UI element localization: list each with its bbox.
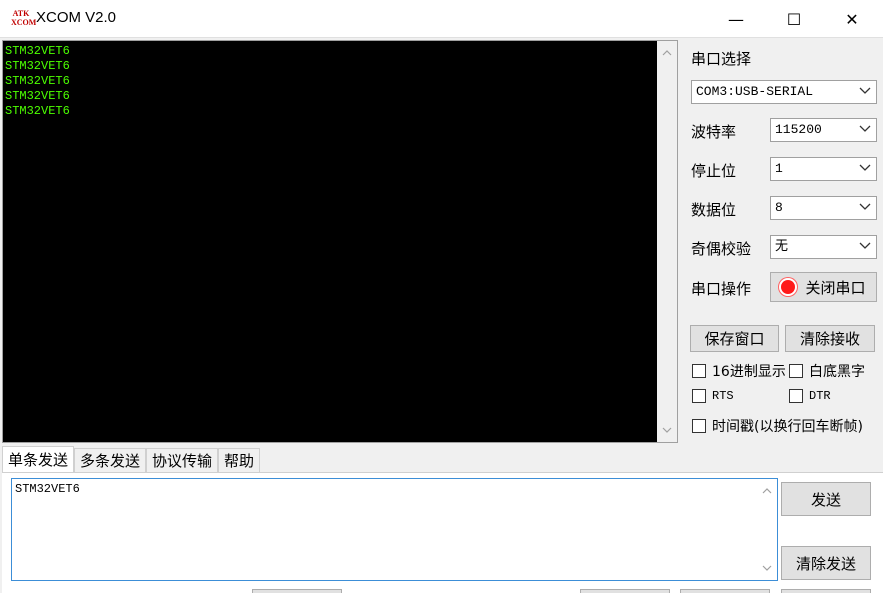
minimize-button[interactable]: —	[707, 0, 765, 38]
tab-protocol[interactable]: 协议传输	[146, 448, 219, 473]
rts-option[interactable]: RTS	[692, 389, 734, 403]
scroll-down-icon[interactable]	[657, 420, 677, 440]
window-title: XCOM V2.0	[36, 9, 117, 26]
chevron-down-icon	[859, 158, 871, 180]
hex-display-label: 16进制显示	[712, 364, 786, 380]
maximize-button[interactable]: ☐	[765, 0, 823, 38]
send-input[interactable]: STM32VET6	[11, 478, 778, 581]
bottom-button[interactable]	[781, 589, 871, 593]
dtr-label: DTR	[809, 389, 831, 403]
send-button[interactable]: 发送	[781, 482, 871, 516]
receive-text: STM32VET6 STM32VET6 STM32VET6 STM32VET6 …	[5, 44, 655, 119]
tab-help[interactable]: 帮助	[218, 448, 261, 473]
rts-checkbox[interactable]	[692, 389, 706, 403]
chevron-down-icon	[859, 119, 871, 141]
hex-display-checkbox[interactable]	[692, 364, 706, 378]
tab-single-send[interactable]: 单条发送	[2, 446, 75, 473]
white-black-checkbox[interactable]	[789, 364, 803, 378]
stop-bits-select[interactable]: 1	[770, 157, 877, 181]
stop-bits-label: 停止位	[691, 162, 737, 180]
console-line: STM32VET6	[5, 104, 70, 118]
white-black-label: 白底黑字	[809, 364, 865, 380]
port-select[interactable]: COM3:USB-SERIAL	[691, 80, 877, 104]
receive-console[interactable]: STM32VET6 STM32VET6 STM32VET6 STM32VET6 …	[2, 40, 678, 443]
dtr-option[interactable]: DTR	[789, 389, 831, 403]
title-bar: ATK XCOM XCOM V2.0 — ☐ ✕	[0, 0, 883, 38]
parity-label: 奇偶校验	[691, 240, 752, 258]
console-scrollbar[interactable]	[657, 41, 677, 442]
send-scrollbar[interactable]	[757, 479, 777, 580]
save-window-button[interactable]: 保存窗口	[690, 325, 779, 352]
port-select-label: 串口选择	[691, 50, 752, 68]
console-line: STM32VET6	[5, 89, 70, 103]
timestamp-checkbox[interactable]	[692, 419, 706, 433]
chevron-down-icon	[859, 236, 871, 258]
clear-receive-button[interactable]: 清除接收	[785, 325, 875, 352]
clear-send-button[interactable]: 清除发送	[781, 546, 871, 580]
bottom-button[interactable]	[680, 589, 770, 593]
stop-bits-value: 1	[775, 161, 783, 176]
parity-select[interactable]: 无	[770, 235, 877, 259]
timestamp-option[interactable]: 时间戳(以换行回车断帧)	[692, 416, 863, 436]
console-line: STM32VET6	[5, 44, 70, 58]
led-indicator-icon	[781, 280, 796, 294]
hex-display-option[interactable]: 16进制显示	[692, 361, 786, 381]
app-logo-icon: ATK XCOM	[11, 9, 37, 27]
close-port-button[interactable]: 关闭串口	[770, 272, 877, 302]
rts-label: RTS	[712, 389, 734, 403]
close-button[interactable]: ✕	[823, 0, 881, 38]
port-op-label: 串口操作	[691, 280, 752, 298]
send-tabs: 单条发送 多条发送 协议传输 帮助	[2, 446, 285, 473]
scroll-up-icon[interactable]	[757, 481, 777, 501]
dtr-checkbox[interactable]	[789, 389, 803, 403]
bottom-button[interactable]	[580, 589, 670, 593]
baud-label: 波特率	[691, 123, 737, 141]
close-port-label: 关闭串口	[805, 278, 866, 297]
parity-value: 无	[775, 239, 789, 254]
scroll-up-icon[interactable]	[657, 43, 677, 63]
scroll-down-icon[interactable]	[757, 558, 777, 578]
white-black-option[interactable]: 白底黑字	[789, 361, 865, 381]
timestamp-label: 时间戳(以换行回车断帧)	[712, 419, 863, 435]
tab-multi-send[interactable]: 多条发送	[74, 448, 147, 473]
chevron-down-icon	[859, 81, 871, 103]
baud-value: 115200	[775, 122, 822, 137]
data-bits-label: 数据位	[691, 201, 737, 219]
bottom-button[interactable]	[252, 589, 342, 593]
console-line: STM32VET6	[5, 74, 70, 88]
data-bits-value: 8	[775, 200, 783, 215]
data-bits-select[interactable]: 8	[770, 196, 877, 220]
chevron-down-icon	[859, 197, 871, 219]
console-line: STM32VET6	[5, 59, 70, 73]
port-select-value: COM3:USB-SERIAL	[696, 84, 814, 99]
baud-select[interactable]: 115200	[770, 118, 877, 142]
send-input-text: STM32VET6	[15, 482, 80, 496]
